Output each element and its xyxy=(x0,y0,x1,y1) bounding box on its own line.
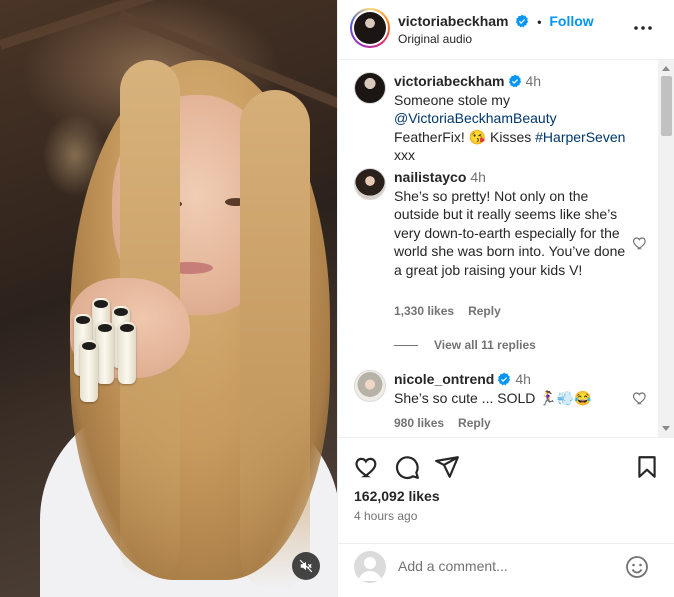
comment-likes[interactable]: 980 likes xyxy=(394,416,444,430)
comment-likes[interactable]: 1,330 likes xyxy=(394,304,454,318)
emoji-icon[interactable] xyxy=(625,555,649,579)
scrollbar-thumb[interactable] xyxy=(661,76,672,136)
author-avatar[interactable] xyxy=(350,8,390,48)
comment-input[interactable] xyxy=(398,555,618,577)
comment-item: nailistayco 4h She’s so pretty! Not only … xyxy=(354,168,648,318)
post-actions: 162,092 likes 4 hours ago xyxy=(338,437,674,544)
post-header: victoriabeckham • Follow Original audio xyxy=(338,0,674,60)
view-replies-button[interactable]: View all 11 replies xyxy=(394,338,536,352)
caption-body: FeatherFix! 😘 Kisses xyxy=(394,128,536,145)
commenter-avatar[interactable] xyxy=(354,168,386,200)
comment-body: She’s so pretty! Not only on the outside… xyxy=(394,187,626,278)
scroll-up-arrow[interactable] xyxy=(662,66,670,71)
comment-meta: 980 likes Reply xyxy=(394,416,505,430)
comment-icon[interactable] xyxy=(394,454,420,480)
comments-scrollbar[interactable] xyxy=(658,60,674,437)
author-line: victoriabeckham • Follow xyxy=(398,13,594,29)
more-options-icon xyxy=(634,26,652,30)
commenter-avatar[interactable] xyxy=(354,370,386,402)
heart-icon[interactable] xyxy=(632,390,648,406)
default-avatar-icon xyxy=(358,557,382,581)
follow-button[interactable]: Follow xyxy=(549,13,593,29)
separator-dot: • xyxy=(537,15,542,29)
hair-strand xyxy=(240,90,310,590)
audio-label[interactable]: Original audio xyxy=(398,32,472,46)
caption-username[interactable]: victoriabeckham xyxy=(394,73,505,89)
caption-text: victoriabeckham 4h Someone stole my @Vict… xyxy=(394,72,630,165)
comment-item: nicole_ontrend 4h She’s so cute ... SOLD … xyxy=(354,370,648,430)
author-avatar[interactable] xyxy=(354,72,386,104)
comments-list[interactable]: victoriabeckham 4h Someone stole my @Vict… xyxy=(338,60,656,437)
comment-meta: 1,330 likes Reply xyxy=(394,304,515,318)
reply-button[interactable]: Reply xyxy=(458,416,491,430)
caption-body: xxx xyxy=(394,147,415,163)
caption-hashtag-link[interactable]: #HarperSeven xyxy=(535,129,625,145)
more-options-button[interactable] xyxy=(633,18,653,38)
caption: victoriabeckham 4h Someone stole my @Vict… xyxy=(354,72,648,163)
mute-toggle-button[interactable] xyxy=(292,552,320,580)
caption-mention-link[interactable]: @VictoriaBeckhamBeauty xyxy=(394,110,557,126)
heart-icon[interactable] xyxy=(632,235,648,251)
bookmark-icon[interactable] xyxy=(634,454,660,480)
post-media[interactable] xyxy=(0,0,337,597)
post-timestamp[interactable]: 4 hours ago xyxy=(354,509,417,523)
comment-username[interactable]: nailistayco xyxy=(394,169,466,185)
comment-username[interactable]: nicole_ontrend xyxy=(394,371,494,387)
heart-icon[interactable] xyxy=(354,454,380,480)
muted-speaker-icon xyxy=(299,559,313,573)
lip-product-tube xyxy=(96,322,114,384)
comment-time[interactable]: 4h xyxy=(515,371,531,387)
scroll-down-arrow[interactable] xyxy=(662,426,670,431)
comment-text: nailistayco 4h She’s so pretty! Not only … xyxy=(394,168,630,279)
author-username[interactable]: victoriabeckham xyxy=(398,13,509,29)
reply-button[interactable]: Reply xyxy=(468,304,501,318)
ceiling-beam xyxy=(0,0,249,50)
comment-composer xyxy=(338,545,674,597)
caption-time[interactable]: 4h xyxy=(526,73,542,89)
current-user-avatar[interactable] xyxy=(354,551,386,583)
verified-badge-icon xyxy=(516,14,529,28)
verified-badge-icon xyxy=(498,372,511,386)
lip-product-tube xyxy=(80,340,98,402)
comment-body: She’s so cute ... SOLD 🏃‍♀️💨😂 xyxy=(394,389,592,406)
comment-text: nicole_ontrend 4h She’s so cute ... SOLD … xyxy=(394,370,630,407)
send-icon[interactable] xyxy=(434,454,460,480)
likes-count[interactable]: 162,092 likes xyxy=(354,488,440,504)
post-panel: victoriabeckham • Follow Original audio … xyxy=(337,0,674,597)
verified-badge-icon xyxy=(508,74,521,88)
lip-product-tube xyxy=(118,322,136,384)
caption-body: Someone stole my xyxy=(394,91,510,108)
comment-time[interactable]: 4h xyxy=(470,169,486,185)
